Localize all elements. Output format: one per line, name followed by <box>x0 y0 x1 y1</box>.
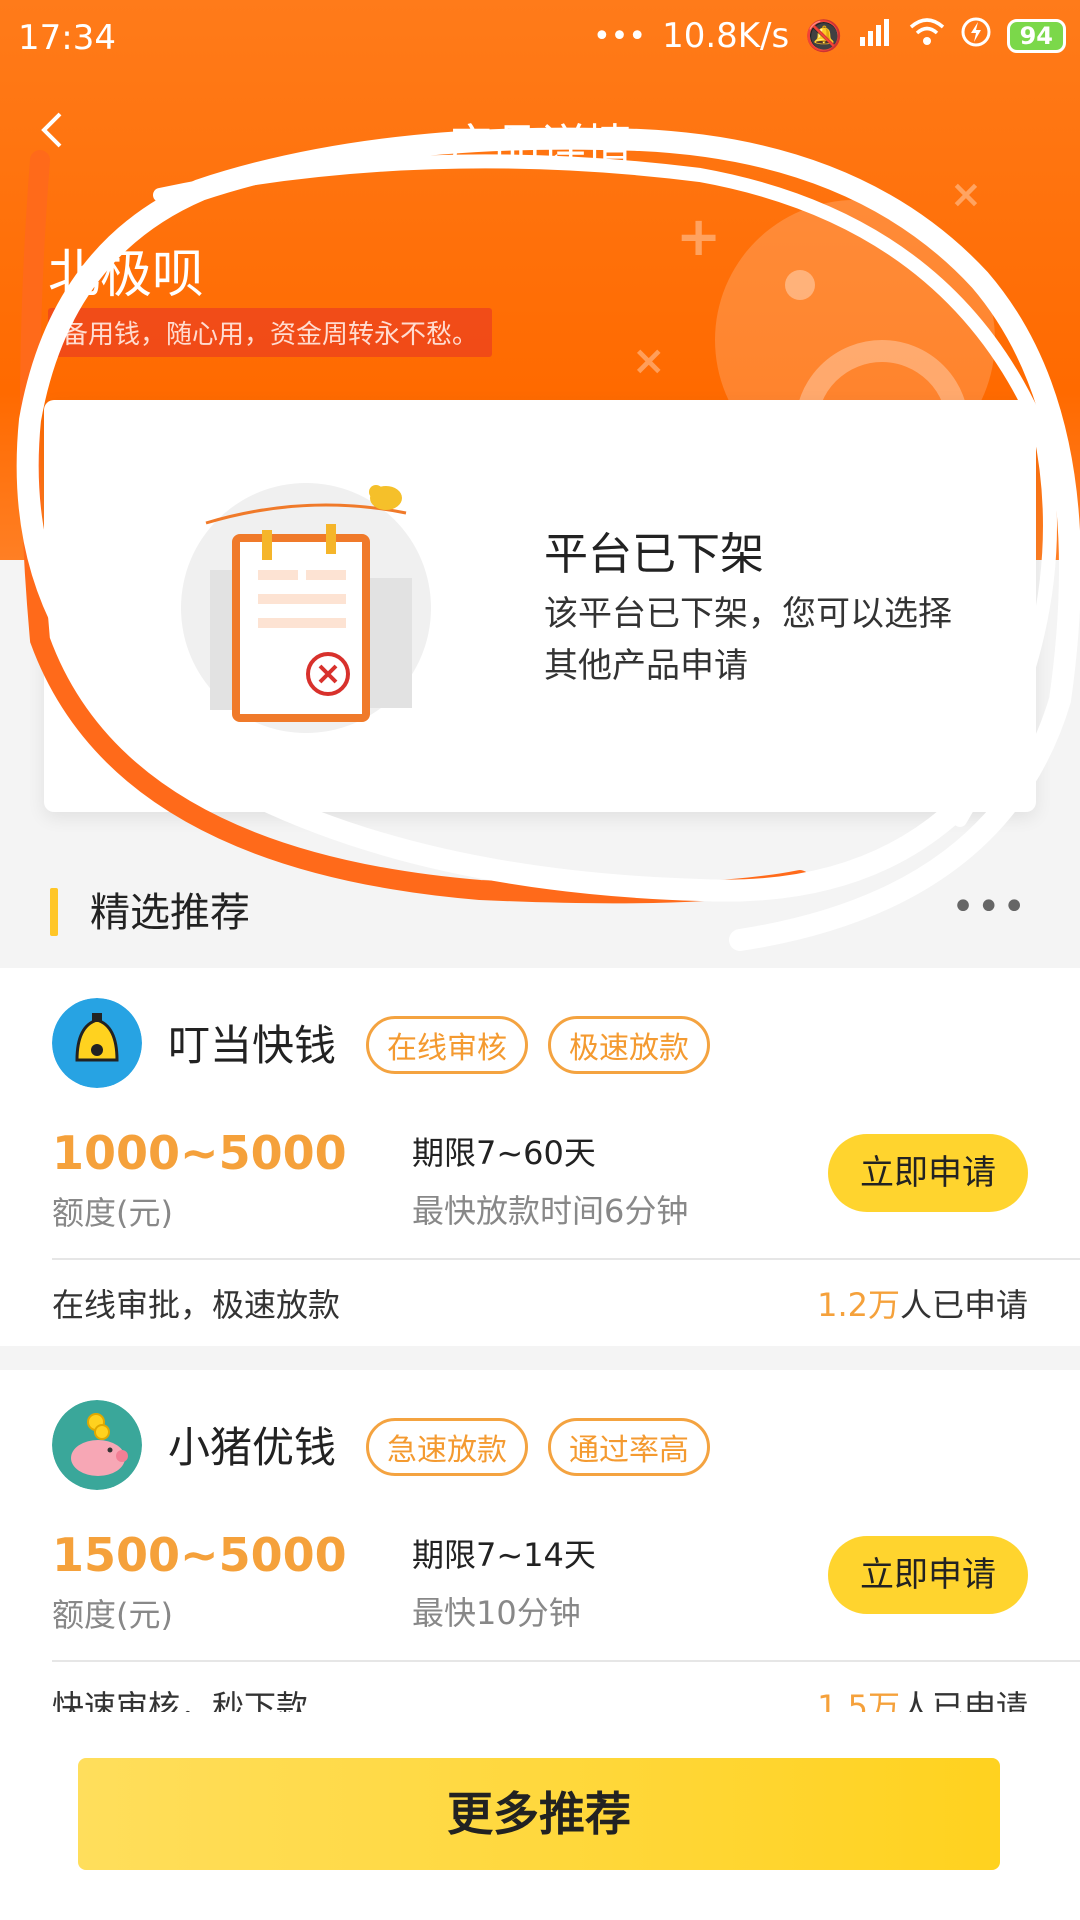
list-item[interactable]: 小猪优钱 急速放款 通过率高 1500~5000 额度(元) 期限7~14天 最… <box>0 1370 1080 1748</box>
payout-speed: 最快10分钟 <box>412 1594 581 1632</box>
feature-text: 在线审批，极速放款 <box>52 1286 341 1324</box>
product-slogan: 备用钱，随心用，资金周转永不愁。 <box>48 308 493 357</box>
tag: 急速放款 <box>366 1418 528 1476</box>
decorative-plus-icon: + <box>676 205 722 268</box>
decorative-cross-icon: × <box>632 338 666 384</box>
more-dots-icon: ••• <box>592 18 647 54</box>
page-title: 产品详情 <box>448 119 632 173</box>
section-accent-bar <box>50 888 58 936</box>
status-bar: 17:34 ••• 10.8K/s 🔕 94 <box>0 0 1080 72</box>
delisted-document-icon <box>176 478 436 738</box>
signal-icon <box>859 17 893 55</box>
mute-icon: 🔕 <box>805 18 843 54</box>
product-title: 叮当快钱 <box>168 1021 337 1070</box>
divider <box>52 1258 1080 1260</box>
card-description: 该平台已下架，您可以选择其他产品申请 <box>544 594 952 686</box>
amount-label: 额度(元) <box>52 1194 173 1232</box>
list-item[interactable]: 叮当快钱 在线审核 极速放款 1000~5000 额度(元) 期限7~60天 最… <box>0 968 1080 1346</box>
tag: 在线审核 <box>366 1016 528 1074</box>
status-time: 17:34 <box>18 18 116 58</box>
loan-term: 期限7~60天 <box>412 1134 596 1172</box>
decorative-cross-icon: × <box>950 172 982 216</box>
tag: 极速放款 <box>548 1016 710 1074</box>
more-recommendations-button[interactable]: 更多推荐 <box>78 1758 1000 1870</box>
payout-speed: 最快放款时间6分钟 <box>412 1192 689 1230</box>
loan-term: 期限7~14天 <box>412 1536 596 1574</box>
applicant-number: 1.2万 <box>817 1286 900 1324</box>
more-options-icon[interactable]: ••• <box>951 884 1028 930</box>
loan-amount: 1500~5000 <box>52 1528 347 1582</box>
amount-label: 额度(元) <box>52 1596 173 1634</box>
piggy-bank-logo-icon <box>52 1400 142 1490</box>
loan-amount: 1000~5000 <box>52 1126 347 1180</box>
card-title: 平台已下架 <box>544 529 764 580</box>
product-title: 小猪优钱 <box>168 1423 337 1472</box>
bottom-action-bar: 更多推荐 <box>0 1712 1080 1920</box>
divider <box>52 1660 1080 1662</box>
bell-logo-icon <box>52 998 142 1088</box>
charging-icon <box>961 17 991 55</box>
applicant-count: 1.2万人已申请 <box>817 1280 1028 1326</box>
network-speed: 10.8K/s <box>662 16 790 56</box>
apply-button[interactable]: 立即申请 <box>828 1134 1028 1212</box>
apply-button[interactable]: 立即申请 <box>828 1536 1028 1614</box>
product-name: 北极呗 <box>48 245 205 305</box>
recommendation-list: 叮当快钱 在线审核 极速放款 1000~5000 额度(元) 期限7~60天 最… <box>0 968 1080 1772</box>
tag: 通过率高 <box>548 1418 710 1476</box>
wifi-icon <box>909 17 945 55</box>
section-header: 精选推荐 ••• <box>0 862 1080 962</box>
applicant-suffix: 人已申请 <box>899 1286 1028 1324</box>
delisted-notice-card: 平台已下架 该平台已下架，您可以选择其他产品申请 <box>44 400 1036 812</box>
battery-level: 94 <box>1006 19 1066 53</box>
section-title: 精选推荐 <box>90 890 250 936</box>
